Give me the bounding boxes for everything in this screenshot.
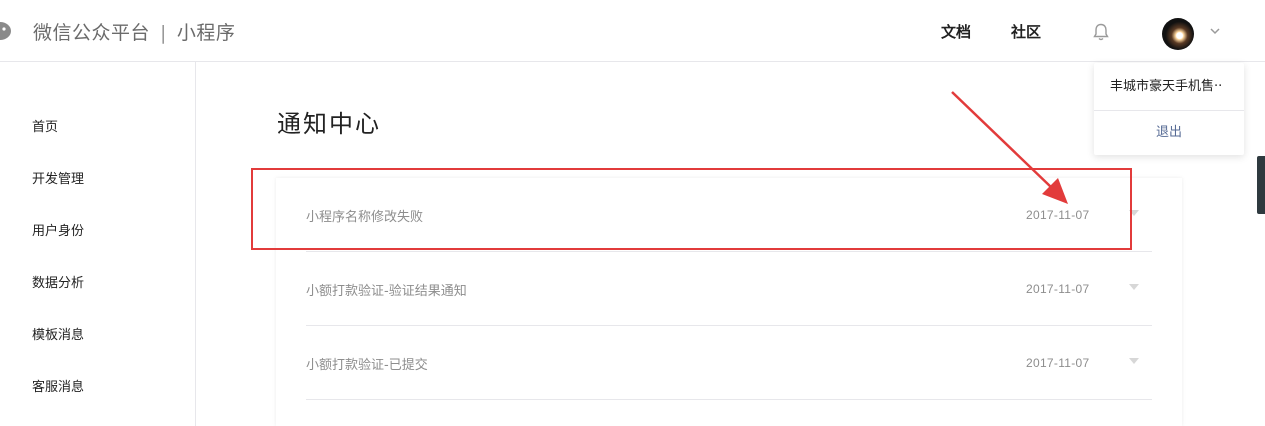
user-avatar[interactable] bbox=[1162, 18, 1194, 50]
brand-sub-label: 小程序 bbox=[176, 22, 236, 44]
bell-icon[interactable] bbox=[1091, 22, 1111, 42]
notification-row[interactable]: 小额打款验证-已提交 2017-11-07 bbox=[306, 326, 1152, 400]
notification-date: 2017-11-07 bbox=[1026, 356, 1090, 370]
sidebar-item-user-identity[interactable]: 用户身份 bbox=[32, 220, 84, 239]
account-name[interactable]: 丰城市豪天手机售·· bbox=[1094, 63, 1244, 111]
annotation-highlight-box bbox=[251, 168, 1132, 250]
notification-date: 2017-11-07 bbox=[1026, 282, 1090, 296]
sidebar-item-template-messages[interactable]: 模板消息 bbox=[32, 324, 84, 343]
platform-brand[interactable]: 微信公众平台 | 小程序 bbox=[33, 18, 235, 45]
nav-community-link[interactable]: 社区 bbox=[1011, 21, 1041, 42]
sidebar-item-customer-service[interactable]: 客服消息 bbox=[32, 376, 84, 395]
caret-down-icon[interactable] bbox=[1129, 284, 1139, 290]
page-title: 通知中心 bbox=[277, 110, 381, 138]
notification-row[interactable]: 小额打款验证-验证结果通知 2017-11-07 bbox=[306, 252, 1152, 326]
sidebar-item-home[interactable]: 首页 bbox=[32, 116, 58, 135]
account-dropdown: 丰城市豪天手机售·· 退出 bbox=[1094, 63, 1244, 155]
notification-title: 小额打款验证-已提交 bbox=[306, 358, 428, 373]
sidebar-nav: 首页 开发管理 用户身份 数据分析 模板消息 客服消息 bbox=[0, 62, 196, 426]
chevron-down-icon[interactable] bbox=[1208, 24, 1222, 38]
nav-docs-link[interactable]: 文档 bbox=[941, 21, 971, 42]
logout-button[interactable]: 退出 bbox=[1094, 111, 1244, 154]
sidebar-item-data-analysis[interactable]: 数据分析 bbox=[32, 272, 84, 291]
wechat-logo-icon[interactable] bbox=[0, 18, 12, 42]
caret-down-icon[interactable] bbox=[1129, 358, 1139, 364]
brand-main-label: 微信公众平台 bbox=[33, 22, 151, 44]
side-floating-widget[interactable] bbox=[1257, 156, 1265, 214]
brand-separator: | bbox=[160, 22, 167, 44]
sidebar-item-dev-management[interactable]: 开发管理 bbox=[32, 168, 84, 187]
notification-title: 小额打款验证-验证结果通知 bbox=[306, 284, 467, 299]
top-header: 微信公众平台 | 小程序 文档 社区 bbox=[0, 0, 1265, 62]
